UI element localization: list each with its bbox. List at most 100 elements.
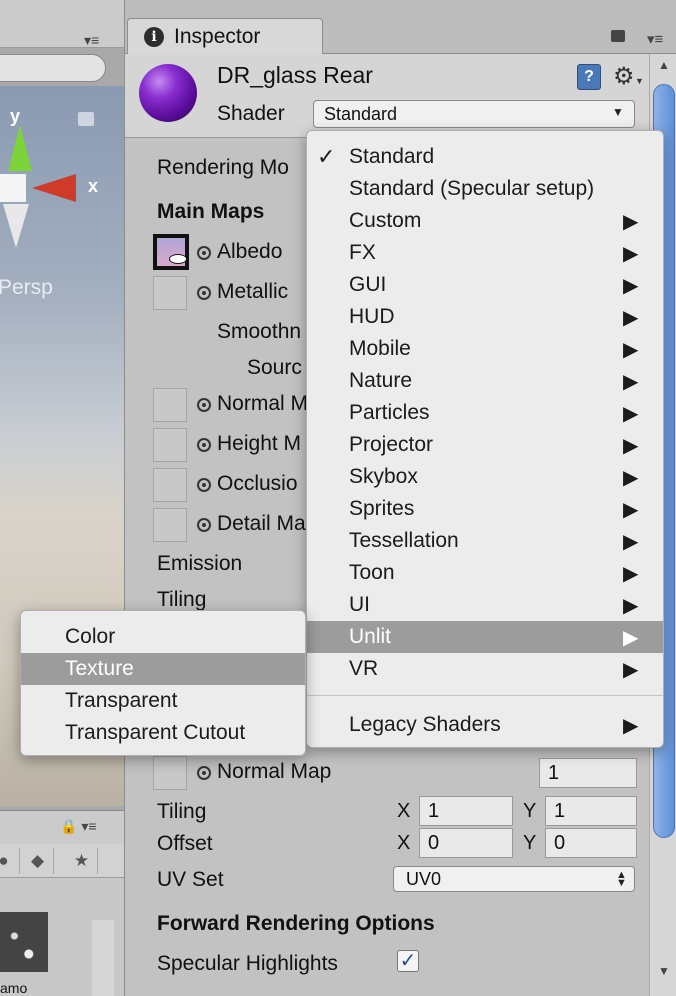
scene-search-input[interactable] bbox=[0, 54, 106, 82]
offset-x-input[interactable]: 0 bbox=[419, 828, 513, 858]
menu-item-label: Tessellation bbox=[349, 529, 459, 552]
info-icon: i bbox=[144, 27, 164, 47]
tiling-x-input[interactable]: 1 bbox=[419, 796, 513, 826]
menu-item-label: Legacy Shaders bbox=[349, 713, 501, 736]
menu-item-gui[interactable]: GUI ▶ bbox=[307, 269, 663, 301]
menu-item-label: UI bbox=[349, 593, 370, 616]
checkmark-icon: ✓ bbox=[317, 144, 336, 169]
emission-label: Emission bbox=[157, 552, 243, 575]
submenu-arrow-icon: ▶ bbox=[623, 595, 639, 617]
object-picker-icon[interactable] bbox=[197, 478, 211, 492]
menu-item-vr[interactable]: VR ▶ bbox=[307, 653, 663, 685]
submenu-arrow-icon: ▶ bbox=[623, 307, 639, 329]
gizmo-x-axis-cone[interactable] bbox=[32, 174, 76, 202]
height-map-texture-slot[interactable] bbox=[153, 428, 187, 462]
tab-label: Inspector bbox=[174, 25, 261, 48]
object-picker-icon[interactable] bbox=[197, 438, 211, 452]
lock-icon[interactable] bbox=[611, 30, 625, 42]
submenu-item-texture[interactable]: Texture bbox=[21, 653, 305, 685]
menu-item-sprites[interactable]: Sprites ▶ bbox=[307, 493, 663, 525]
menu-item-fx[interactable]: FX ▶ bbox=[307, 237, 663, 269]
scroll-down-arrow-icon[interactable]: ▼ bbox=[658, 964, 670, 978]
menu-item-tessellation[interactable]: Tessellation ▶ bbox=[307, 525, 663, 557]
submenu-arrow-icon: ▶ bbox=[623, 275, 639, 297]
gear-icon[interactable]: ⚙ bbox=[613, 62, 635, 91]
material-name: DR_glass Rear bbox=[217, 62, 373, 88]
panel-menu-icon[interactable]: 🔒 ▾≡ bbox=[60, 818, 97, 835]
object-picker-icon[interactable] bbox=[197, 398, 211, 412]
tab-inspector[interactable]: i Inspector bbox=[127, 18, 323, 55]
offset-y-input[interactable]: 0 bbox=[545, 828, 637, 858]
panel-menu-icon[interactable]: ▾≡ bbox=[84, 32, 99, 49]
scroll-up-arrow-icon[interactable]: ▲ bbox=[658, 58, 670, 72]
asset-label[interactable]: amo bbox=[0, 980, 27, 996]
menu-item-label: Nature bbox=[349, 369, 413, 392]
menu-item-standard[interactable]: ✓ Standard bbox=[307, 141, 663, 173]
submenu-item-transparent-cutout[interactable]: Transparent Cutout bbox=[21, 717, 305, 749]
menu-item-label: FX bbox=[349, 241, 376, 264]
menu-item-particles[interactable]: Particles ▶ bbox=[307, 397, 663, 429]
gizmo-center-cube[interactable] bbox=[0, 174, 26, 202]
gizmo-y-axis-cone[interactable] bbox=[8, 125, 32, 171]
material-header: DR_glass Rear Shader Standard ▼ ? ⚙ ▼ bbox=[125, 54, 649, 138]
object-picker-icon[interactable] bbox=[197, 766, 211, 780]
menu-item-unlit[interactable]: Unlit ▶ bbox=[307, 621, 663, 653]
normal-map-scale-input[interactable]: 1 bbox=[539, 758, 637, 788]
tiling-x-label: X bbox=[397, 800, 411, 822]
star-icon[interactable]: ★ bbox=[66, 848, 98, 874]
normal-map-label: Normal M bbox=[217, 392, 309, 415]
submenu-item-color[interactable]: Color bbox=[21, 621, 305, 653]
person-icon[interactable]: ● bbox=[0, 848, 20, 874]
submenu-item-transparent[interactable]: Transparent bbox=[21, 685, 305, 717]
submenu-arrow-icon: ▶ bbox=[623, 211, 639, 233]
tag-icon[interactable]: ◆ bbox=[22, 848, 54, 874]
tiling-label-top: Tiling bbox=[157, 588, 207, 611]
panel-menu-icon[interactable]: ▾≡ bbox=[647, 30, 663, 48]
uv-set-label: UV Set bbox=[157, 868, 224, 891]
uv-set-dropdown[interactable]: UV0 ▲ ▼ bbox=[393, 866, 635, 892]
gizmo-z-axis-cone[interactable] bbox=[3, 204, 29, 248]
submenu-item-label: Transparent bbox=[65, 689, 178, 712]
help-book-icon[interactable]: ? bbox=[577, 64, 601, 90]
menu-item-nature[interactable]: Nature ▶ bbox=[307, 365, 663, 397]
secondary-normal-map-slot[interactable] bbox=[153, 756, 187, 790]
persp-label[interactable]: Persp bbox=[0, 276, 53, 300]
rendering-mode-label: Rendering Mo bbox=[157, 156, 289, 179]
asset-thumbnail[interactable] bbox=[0, 912, 48, 972]
shader-dropdown-value: Standard bbox=[324, 104, 398, 124]
menu-item-legacy-shaders[interactable]: Legacy Shaders ▶ bbox=[307, 709, 663, 741]
menu-item-ui[interactable]: UI ▶ bbox=[307, 589, 663, 621]
menu-item-label: Sprites bbox=[349, 497, 415, 520]
project-scrollbar[interactable] bbox=[92, 920, 114, 996]
normal-map-texture-slot[interactable] bbox=[153, 388, 187, 422]
inspector-tab-bar: i Inspector ▾≡ bbox=[125, 0, 676, 55]
offset-label: Offset bbox=[157, 832, 213, 855]
menu-item-hud[interactable]: HUD ▶ bbox=[307, 301, 663, 333]
metallic-texture-slot[interactable] bbox=[153, 276, 187, 310]
menu-item-mobile[interactable]: Mobile ▶ bbox=[307, 333, 663, 365]
source-label: Sourc bbox=[247, 356, 302, 379]
material-preview-sphere bbox=[139, 64, 197, 122]
submenu-item-label: Color bbox=[65, 625, 116, 648]
occlusion-texture-slot[interactable] bbox=[153, 468, 187, 502]
menu-item-toon[interactable]: Toon ▶ bbox=[307, 557, 663, 589]
menu-item-projector[interactable]: Projector ▶ bbox=[307, 429, 663, 461]
occlusion-label: Occlusio bbox=[217, 472, 298, 495]
object-picker-icon[interactable] bbox=[197, 518, 211, 532]
tiling-y-input[interactable]: 1 bbox=[545, 796, 637, 826]
detail-mask-texture-slot[interactable] bbox=[153, 508, 187, 542]
submenu-arrow-icon: ▶ bbox=[623, 371, 639, 393]
lock-icon[interactable] bbox=[78, 112, 94, 126]
menu-item-standard-specular[interactable]: Standard (Specular setup) bbox=[307, 173, 663, 205]
object-picker-icon[interactable] bbox=[197, 246, 211, 260]
submenu-arrow-icon: ▶ bbox=[623, 339, 639, 361]
albedo-label: Albedo bbox=[217, 240, 283, 263]
menu-item-label: GUI bbox=[349, 273, 387, 296]
object-picker-icon[interactable] bbox=[197, 286, 211, 300]
scene-panel: ▾≡ y x Persp 🔒 ▾≡ ● ◆ ★ amo bbox=[0, 0, 124, 996]
menu-item-custom[interactable]: Custom ▶ bbox=[307, 205, 663, 237]
albedo-texture-slot[interactable] bbox=[153, 234, 189, 270]
menu-item-skybox[interactable]: Skybox ▶ bbox=[307, 461, 663, 493]
shader-dropdown[interactable]: Standard ▼ bbox=[313, 100, 635, 128]
specular-highlights-checkbox[interactable]: ✓ bbox=[397, 950, 419, 972]
